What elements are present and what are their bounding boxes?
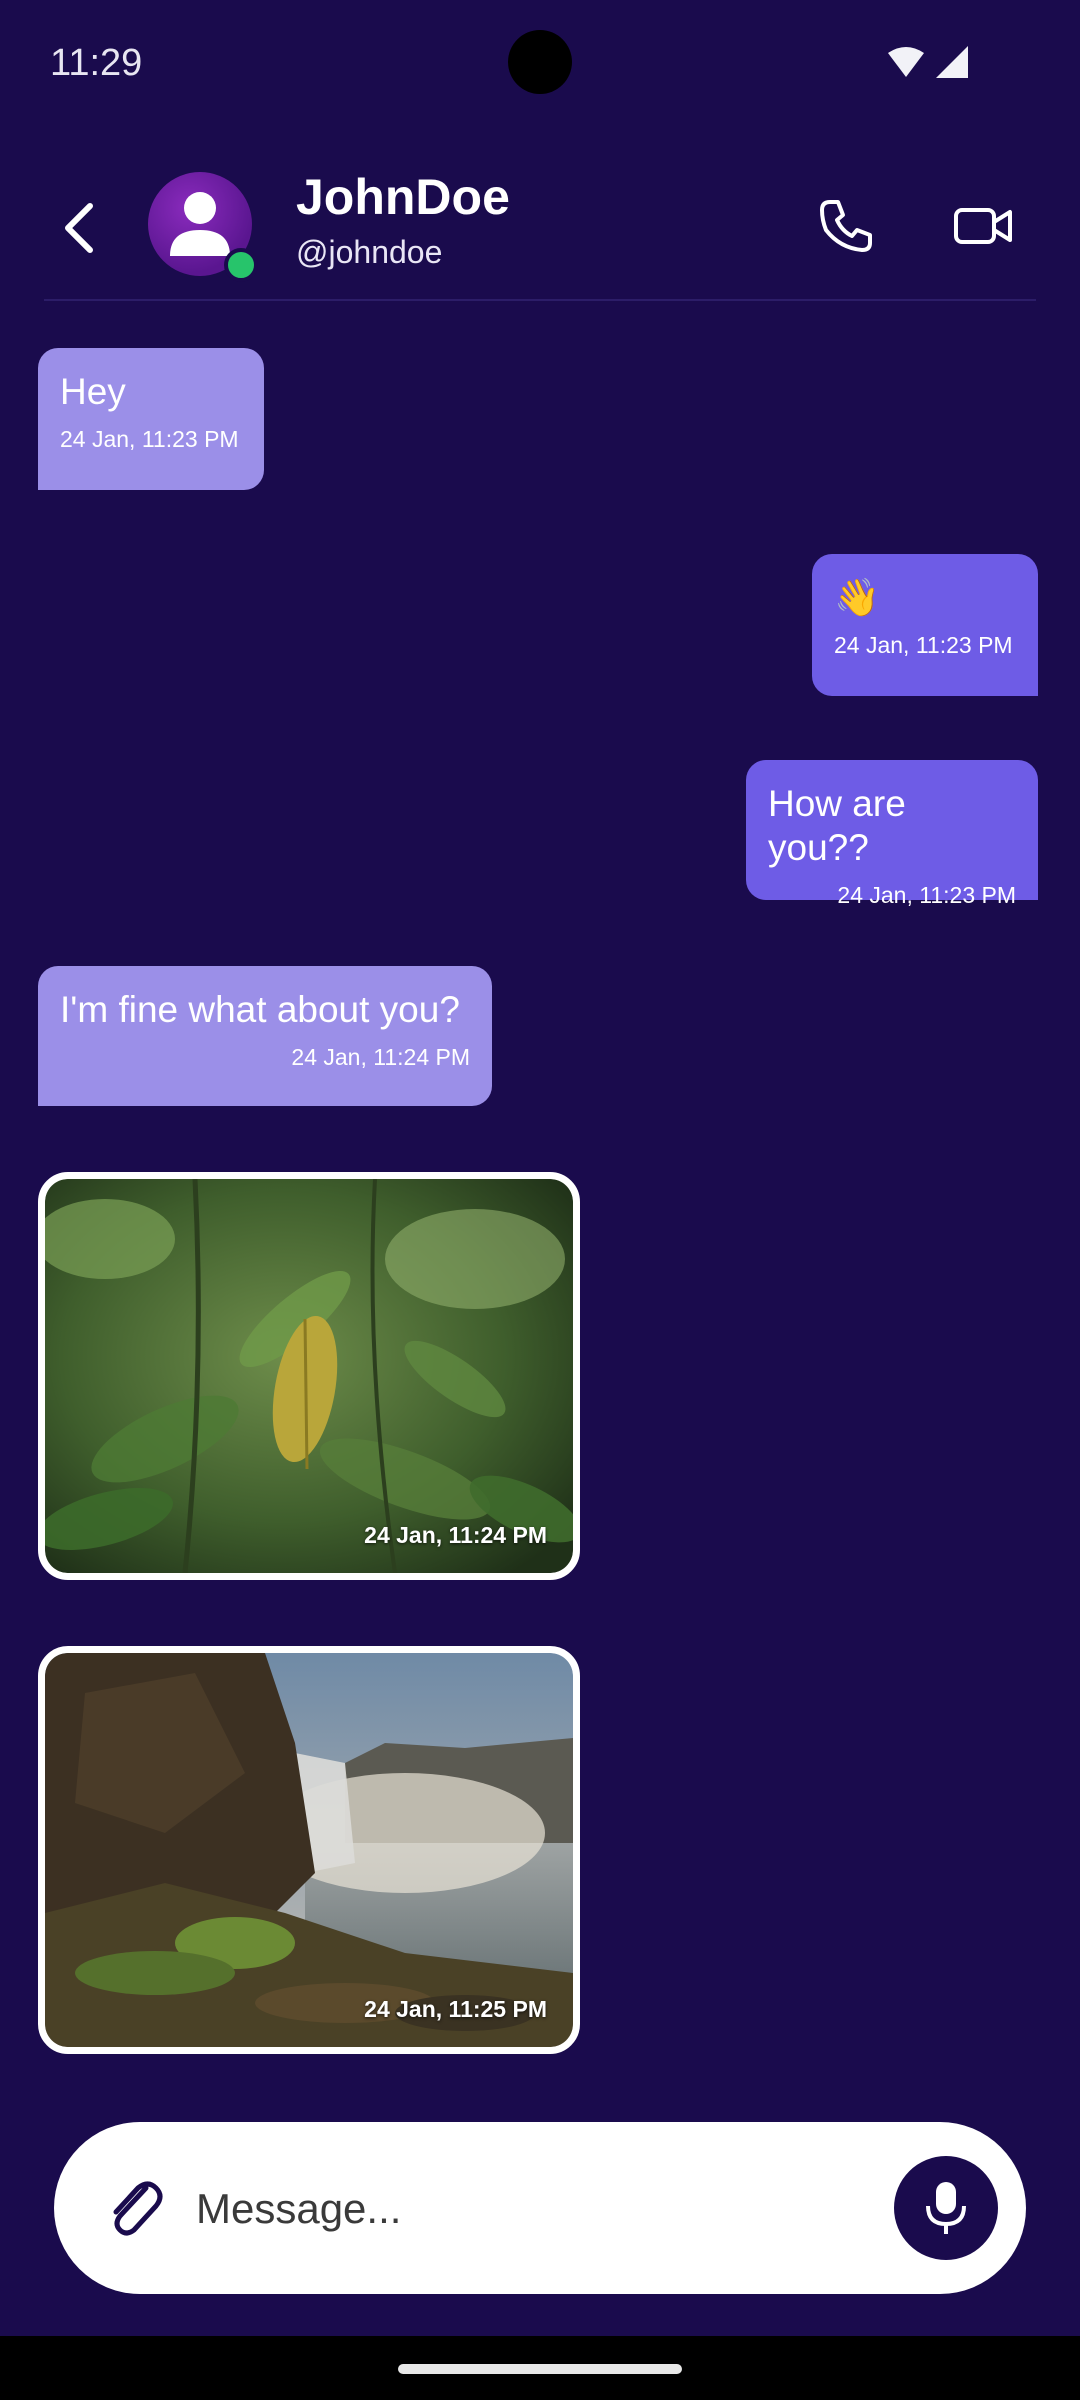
message-time: 24 Jan, 11:24 PM <box>291 1044 470 1070</box>
message-time: 24 Jan, 11:23 PM <box>834 632 1013 658</box>
navigation-bar <box>0 2336 1080 2400</box>
phone-icon[interactable] <box>816 196 876 256</box>
message-text: I'm fine what about you? <box>60 989 460 1030</box>
photo-time: 24 Jan, 11:25 PM <box>364 1996 547 2022</box>
status-bar: 11:29 <box>0 0 1080 130</box>
online-status-dot <box>224 248 258 282</box>
message-bubble-incoming[interactable]: I'm fine what about you? 24 Jan, 11:24 P… <box>38 966 492 1106</box>
paperclip-icon[interactable] <box>102 2174 166 2242</box>
message-bubble-outgoing[interactable]: 👋 24 Jan, 11:23 PM <box>812 554 1038 696</box>
microphone-button[interactable] <box>894 2156 998 2260</box>
header-divider <box>44 299 1036 301</box>
message-time: 24 Jan, 11:23 PM <box>60 426 239 452</box>
photo-message[interactable]: 24 Jan, 11:25 PM <box>38 1646 580 2054</box>
message-text: 👋 <box>834 577 881 618</box>
signal-icon <box>936 46 968 78</box>
photo-message[interactable]: 24 Jan, 11:24 PM <box>38 1172 580 1580</box>
home-indicator[interactable] <box>398 2364 682 2374</box>
camera-cutout <box>508 30 572 94</box>
chat-header: JohnDoe @johndoe <box>0 160 1080 300</box>
user-icon <box>170 192 230 256</box>
status-time: 11:29 <box>50 42 143 84</box>
microphone-icon <box>926 2182 966 2234</box>
message-input[interactable] <box>194 2162 938 2256</box>
wifi-icon <box>888 47 924 77</box>
system-icons <box>886 44 970 80</box>
message-text: How are you?? <box>768 783 906 868</box>
message-text: Hey <box>60 371 126 412</box>
message-bubble-outgoing[interactable]: How are you?? 24 Jan, 11:23 PM <box>746 760 1038 908</box>
message-time: 24 Jan, 11:23 PM <box>837 882 1016 908</box>
contact-name: JohnDoe <box>296 169 510 225</box>
message-composer <box>54 2122 1026 2294</box>
back-arrow-icon[interactable] <box>54 198 104 258</box>
waterfall-photo <box>45 1653 573 2047</box>
video-camera-icon[interactable] <box>952 196 1016 256</box>
message-bubble-incoming[interactable]: Hey 24 Jan, 11:23 PM <box>38 348 264 490</box>
photo-time: 24 Jan, 11:24 PM <box>364 1522 547 1548</box>
leaves-photo <box>45 1179 573 1573</box>
contact-handle: @johndoe <box>296 234 443 270</box>
